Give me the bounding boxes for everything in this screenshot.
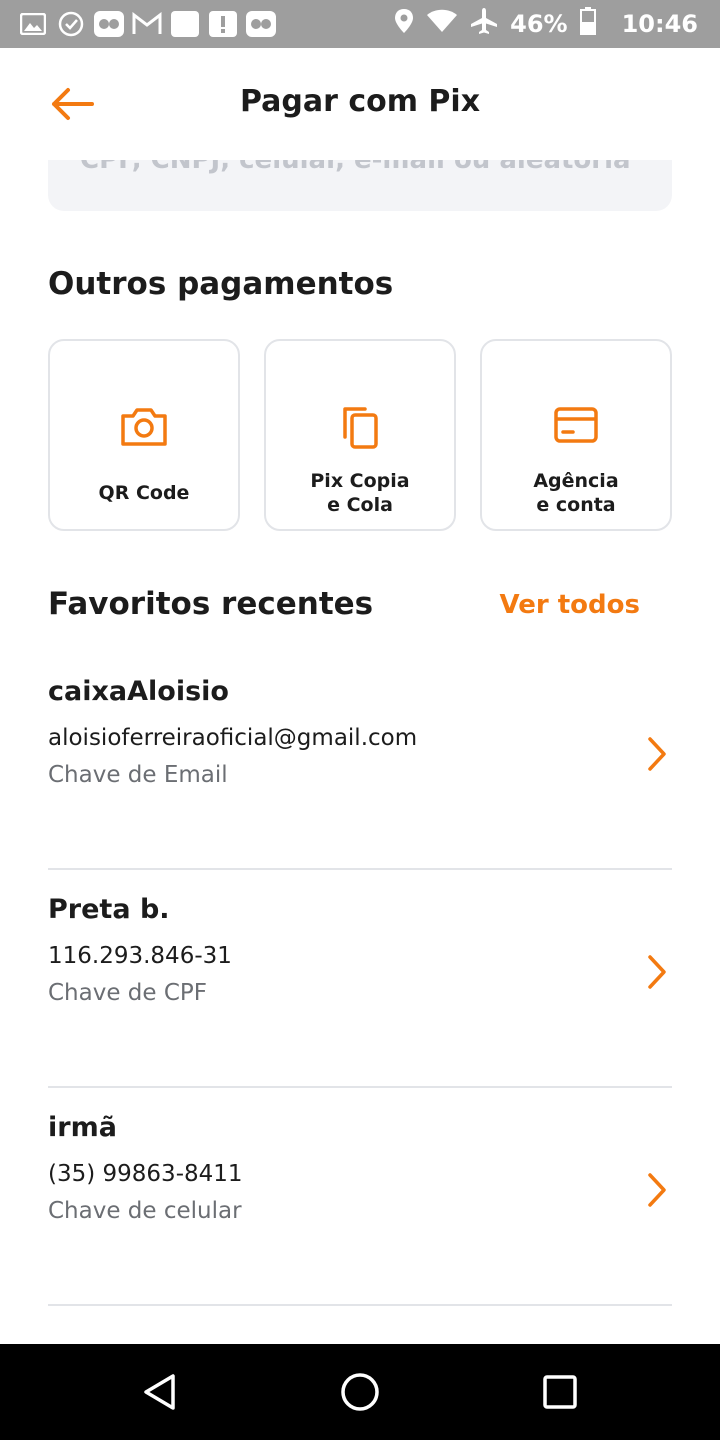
agencia-e-conta-label: Agência e conta — [533, 470, 619, 516]
copy-icon — [266, 405, 454, 449]
page-title: Pagar com Pix — [239, 84, 481, 119]
nav-recents-button[interactable] — [536, 1368, 584, 1416]
other-payments-title: Outros pagamentos — [48, 266, 394, 302]
chevron-right-icon — [642, 1170, 672, 1210]
status-bar: 46% 10:46 — [0, 0, 720, 48]
camera-icon — [50, 405, 238, 449]
battery-percent: 46% — [510, 10, 568, 38]
favorite-item[interactable]: Preta b. 116.293.846-31 Chave de CPF — [48, 870, 672, 1088]
chevron-right-icon — [642, 952, 672, 992]
see-all-link[interactable]: Ver todos — [500, 590, 640, 620]
airplane-icon — [470, 7, 498, 41]
favorite-key: (35) 99863-8411 — [48, 1161, 243, 1187]
payment-options: QR Code Pix Copia e Cola Agência e conta — [48, 339, 672, 531]
navigation-bar — [0, 1344, 720, 1440]
check-circle-icon — [56, 10, 86, 38]
notification-icons — [18, 8, 276, 40]
gallery-icon — [18, 10, 48, 38]
favorite-key-type: Chave de celular — [48, 1198, 242, 1224]
system-indicators: 46% 10:46 — [394, 7, 698, 41]
qr-code-label: QR Code — [98, 482, 190, 504]
favorite-name: irmã — [48, 1112, 117, 1143]
favorite-item[interactable]: caixaAloisio aloisioferreiraoficial@gmai… — [48, 652, 672, 870]
gmail-icon — [132, 10, 162, 38]
infinity-icon — [246, 10, 276, 38]
favorite-name: caixaAloisio — [48, 676, 229, 707]
location-icon — [394, 8, 414, 40]
wifi-icon — [426, 9, 458, 39]
battery-icon — [579, 7, 596, 41]
qr-code-button[interactable]: QR Code — [48, 339, 240, 531]
infinity-icon — [94, 10, 124, 38]
chevron-right-icon — [642, 734, 672, 774]
alert-icon — [208, 10, 238, 38]
nav-home-button[interactable] — [336, 1368, 384, 1416]
square-recents-icon — [543, 1375, 577, 1409]
favorite-key-type: Chave de Email — [48, 762, 228, 788]
agencia-e-conta-button[interactable]: Agência e conta — [480, 339, 672, 531]
favorite-key: aloisioferreiraoficial@gmail.com — [48, 725, 418, 751]
card-icon — [482, 405, 670, 449]
pix-copia-e-cola-label: Pix Copia e Cola — [310, 470, 410, 516]
nav-back-button[interactable] — [136, 1368, 184, 1416]
favorite-item[interactable]: irmã (35) 99863-8411 Chave de celular — [48, 1088, 672, 1306]
pix-copia-e-cola-button[interactable]: Pix Copia e Cola — [264, 339, 456, 531]
favorite-key-type: Chave de CPF — [48, 980, 208, 1006]
square-icon — [170, 10, 200, 38]
triangle-back-icon — [144, 1374, 175, 1410]
favorite-name: Preta b. — [48, 894, 170, 925]
circle-home-icon — [341, 1373, 379, 1411]
recent-favorites-title: Favoritos recentes — [48, 586, 374, 622]
favorite-key: 116.293.846-31 — [48, 943, 232, 969]
app-bar: Pagar com Pix — [0, 48, 720, 160]
clock: 10:46 — [621, 10, 698, 38]
